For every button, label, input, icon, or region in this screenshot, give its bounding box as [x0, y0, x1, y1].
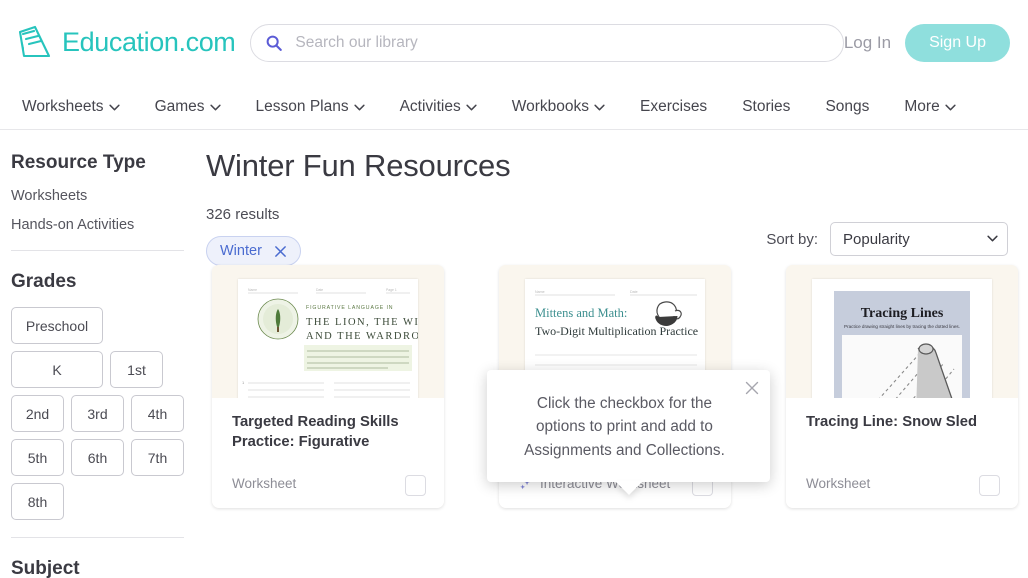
search-icon [267, 35, 283, 51]
svg-text:THE LION, THE WITCH: THE LION, THE WITCH [306, 317, 418, 328]
sort-control: Sort by: Popularity [766, 222, 1008, 256]
resource-card[interactable]: Name Date Page 1 FIGURATIVE LANGUAGE IN TH… [212, 265, 444, 508]
card-thumbnail: Tracing Lines Practice drawing straight … [786, 265, 1018, 398]
sidebar-divider [11, 250, 184, 251]
svg-text:FIGURATIVE LANGUAGE IN: FIGURATIVE LANGUAGE IN [306, 305, 393, 311]
tooltip-arrow [614, 480, 643, 495]
card-type-label: Worksheet [232, 476, 297, 491]
nav-item-lesson-plans[interactable]: Lesson Plans [256, 98, 383, 116]
nav-label: Activities [399, 98, 461, 115]
signup-button[interactable]: Sign Up [905, 23, 1010, 62]
nav-label: Games [154, 98, 205, 115]
sort-label: Sort by: [766, 230, 818, 248]
grade-button-4th[interactable]: 4th [131, 395, 184, 432]
filter-sidebar: Resource Type Worksheets Hands-on Activi… [0, 130, 206, 578]
grade-button-k[interactable]: K [11, 351, 103, 388]
svg-text:AND THE WARDROBE: AND THE WARDROBE [306, 331, 418, 342]
nav-item-worksheets[interactable]: Worksheets [22, 98, 138, 116]
nav-label: More [904, 98, 940, 115]
site-header: Education.com Log In Sign Up [0, 0, 1028, 85]
chevron-down-icon [108, 104, 120, 110]
close-icon[interactable] [274, 245, 287, 258]
search-bar[interactable] [250, 23, 844, 62]
nav-label: Workbooks [511, 98, 589, 115]
chevron-down-icon [209, 104, 221, 110]
svg-text:Practice drawing straight line: Practice drawing straight lines by traci… [844, 324, 960, 329]
grade-button-3rd[interactable]: 3rd [71, 395, 124, 432]
facet-resource-type-worksheets[interactable]: Worksheets [11, 188, 192, 204]
nav-item-workbooks[interactable]: Workbooks [512, 98, 623, 116]
svg-text:Name: Name [535, 290, 545, 294]
site-logo[interactable]: Education.com [14, 22, 236, 64]
page-title: Winter Fun Resources [206, 148, 511, 183]
card-type: Worksheet [806, 476, 870, 491]
checkbox-hint-tooltip: Click the checkbox for the options to pr… [487, 370, 770, 495]
svg-text:Tracing Lines: Tracing Lines [861, 306, 944, 321]
card-type-label: Worksheet [806, 476, 871, 491]
nav-item-stories[interactable]: Stories [742, 98, 808, 116]
nav-label: Exercises [640, 98, 708, 115]
nav-label: Worksheets [22, 98, 104, 115]
card-info: Targeted Reading Skills Practice: Figura… [212, 398, 444, 508]
tracing-lines-worksheet-art-icon: Tracing Lines Practice drawing straight … [812, 279, 992, 398]
chevron-down-icon [466, 104, 477, 110]
card-title: Tracing Line: Snow Sled [806, 414, 978, 430]
facet-title-grades: Grades [11, 271, 77, 292]
svg-text:Date: Date [630, 290, 638, 294]
active-filter-chip-winter[interactable]: Winter [206, 236, 301, 266]
chevron-down-icon [353, 104, 365, 110]
svg-text:Page 1: Page 1 [386, 288, 397, 292]
primary-nav: Worksheets Games Lesson Plans Activities… [0, 85, 1028, 130]
card-thumbnail: Name Date Page 1 FIGURATIVE LANGUAGE IN TH… [212, 265, 444, 398]
results-main: Winter Fun Resources 326 results Winter … [206, 130, 1028, 578]
logo-text: Education.com [62, 27, 236, 57]
education-book-logo-icon [18, 25, 51, 57]
chevron-down-icon [594, 104, 605, 110]
grade-button-7th[interactable]: 7th [131, 439, 184, 476]
auth-actions: Log In Sign Up [844, 23, 1010, 62]
card-info: Tracing Line: Snow Sled Worksheet [786, 398, 1018, 508]
card-type: Worksheet [232, 476, 296, 491]
results-count: 326 results [206, 206, 280, 223]
close-icon[interactable] [744, 380, 760, 396]
grade-button-preschool[interactable]: Preschool [11, 307, 103, 344]
grade-button-6th[interactable]: 6th [71, 439, 124, 476]
nav-item-more[interactable]: More [904, 98, 973, 116]
resource-card[interactable]: Tracing Lines Practice drawing straight … [786, 265, 1018, 508]
grade-button-5th[interactable]: 5th [11, 439, 64, 476]
grade-button-2nd[interactable]: 2nd [11, 395, 64, 432]
nav-label: Stories [742, 98, 791, 115]
chevron-down-icon [945, 104, 956, 110]
svg-text:Mittens and Math:: Mittens and Math: [535, 306, 627, 320]
grade-filter-group: Preschool K 1st 2nd 3rd 4th 5th 6th 7th … [11, 307, 192, 520]
grade-button-1st[interactable]: 1st [110, 351, 163, 388]
grade-button-8th[interactable]: 8th [11, 483, 64, 520]
sidebar-divider [11, 537, 184, 538]
svg-text:Date: Date [316, 288, 323, 292]
nav-item-games[interactable]: Games [155, 98, 239, 116]
worksheet-preview: Tracing Lines Practice drawing straight … [812, 279, 992, 398]
tooltip-text: Click the checkbox for the options to pr… [524, 395, 725, 459]
card-select-checkbox[interactable] [405, 475, 426, 496]
worksheet-preview: Name Date Page 1 FIGURATIVE LANGUAGE IN TH… [238, 279, 418, 398]
svg-text:Two-Digit Multiplication Pract: Two-Digit Multiplication Practice [535, 324, 698, 338]
facet-resource-type-hands-on-activities[interactable]: Hands-on Activities [11, 217, 192, 233]
nav-label: Songs [825, 98, 870, 115]
search-input[interactable] [293, 32, 829, 53]
facet-title-resource-type: Resource Type [11, 152, 146, 173]
narnia-worksheet-art-icon: Name Date Page 1 FIGURATIVE LANGUAGE IN TH… [238, 279, 418, 398]
card-title: Targeted Reading Skills Practice: Figura… [232, 414, 399, 450]
nav-item-activities[interactable]: Activities [400, 98, 495, 116]
login-link[interactable]: Log In [844, 33, 891, 53]
svg-text:Name: Name [248, 288, 257, 292]
facet-title-subject: Subject [11, 558, 80, 578]
nav-item-exercises[interactable]: Exercises [640, 98, 725, 116]
nav-item-songs[interactable]: Songs [825, 98, 887, 116]
sort-select[interactable]: Popularity [830, 222, 1008, 256]
nav-label: Lesson Plans [255, 98, 349, 115]
page-body: Resource Type Worksheets Hands-on Activi… [0, 130, 1028, 578]
card-select-checkbox[interactable] [979, 475, 1000, 496]
chip-label: Winter [220, 243, 262, 259]
